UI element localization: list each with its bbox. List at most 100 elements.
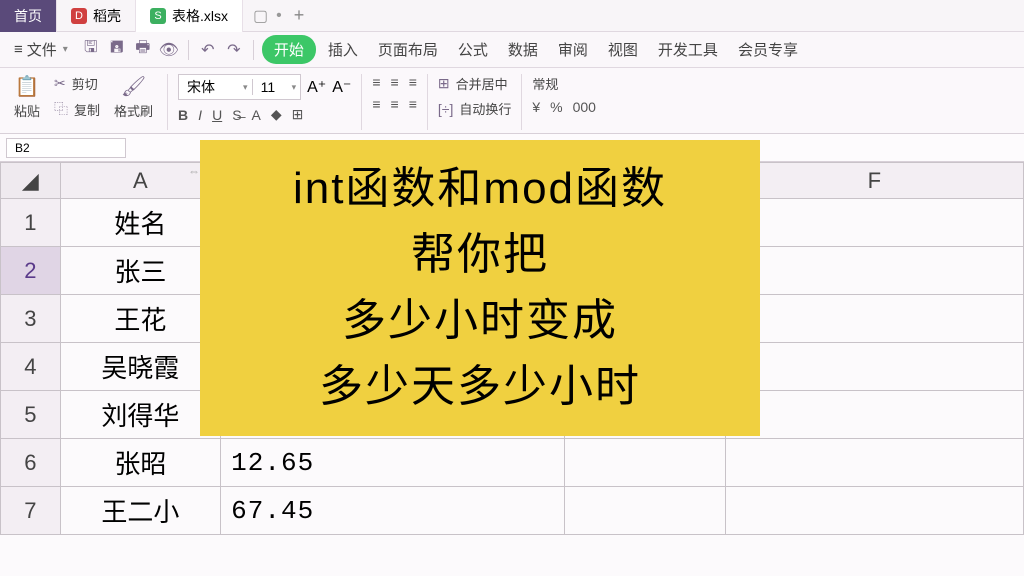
cell[interactable]: 姓名: [60, 199, 221, 247]
increase-font-icon[interactable]: A⁺: [307, 77, 326, 97]
tab-home[interactable]: 首页: [0, 0, 57, 32]
percent-button[interactable]: %: [550, 99, 562, 115]
cell-reference-input[interactable]: B2: [6, 138, 126, 158]
overlay-line: 多少天多少小时: [319, 354, 641, 420]
row-header[interactable]: 5: [1, 391, 61, 439]
save-icon[interactable]: 🖫: [80, 39, 102, 61]
row-header[interactable]: 2: [1, 247, 61, 295]
fill-color-button[interactable]: ◆: [271, 106, 282, 123]
brush-icon: 🖌: [121, 74, 146, 99]
copy-button[interactable]: ⿻复制: [50, 97, 104, 121]
cell[interactable]: [725, 295, 1023, 343]
tab-view[interactable]: 视图: [600, 35, 646, 64]
tab-member[interactable]: 会员专享: [730, 35, 806, 64]
tab-page-layout[interactable]: 页面布局: [370, 35, 446, 64]
cell[interactable]: 王二小: [60, 487, 221, 535]
tab-label: 表格.xlsx: [172, 6, 228, 26]
tab-window-controls: ▢ •: [243, 6, 282, 26]
row-header[interactable]: 3: [1, 295, 61, 343]
separator: [521, 74, 522, 130]
row-header[interactable]: 4: [1, 343, 61, 391]
ribbon-tabs: ≡文件▾ 🖫 🖪 🖶 👁 ↶ ↷ 开始 插入 页面布局 公式 数据 审阅 视图 …: [0, 32, 1024, 68]
column-header-F[interactable]: F: [725, 163, 1023, 199]
window-minimize-icon[interactable]: ▢: [253, 6, 268, 26]
font-size-select[interactable]: 11: [252, 79, 288, 95]
chevron-down-icon: ▾: [239, 82, 252, 93]
bold-button[interactable]: B: [178, 107, 188, 123]
hamburger-icon[interactable]: ≡文件▾: [6, 35, 76, 64]
strikethrough-button[interactable]: S̶: [232, 107, 241, 123]
italic-button[interactable]: I: [198, 107, 202, 123]
undo-icon[interactable]: ↶: [197, 39, 219, 61]
row-header[interactable]: 1: [1, 199, 61, 247]
overlay-line: int函数和mod函数: [293, 156, 667, 222]
align-top-icon[interactable]: ≡: [372, 74, 380, 90]
overlay-line: 多少小时变成: [342, 288, 618, 354]
format-painter-button[interactable]: 🖌 格式刷: [106, 72, 161, 122]
cut-button[interactable]: ✂剪切: [50, 72, 104, 95]
select-all-corner[interactable]: ◢: [1, 163, 61, 199]
tab-data[interactable]: 数据: [500, 35, 546, 64]
cell[interactable]: [725, 199, 1023, 247]
align-right-icon[interactable]: ≡: [409, 96, 417, 112]
app-tabbar: 首页 D 稻壳 S 表格.xlsx ▢ • +: [0, 0, 1024, 32]
save-as-icon[interactable]: 🖪: [106, 39, 128, 61]
cell[interactable]: 12.65: [221, 439, 565, 487]
wrap-icon: [÷]: [438, 101, 453, 117]
new-tab-button[interactable]: +: [282, 5, 317, 26]
separator: [188, 40, 189, 60]
merge-center-button[interactable]: ⊞合并居中: [434, 72, 515, 95]
decrease-font-icon[interactable]: A⁻: [332, 77, 351, 97]
borders-button[interactable]: ⊞: [292, 106, 304, 123]
tab-dev[interactable]: 开发工具: [650, 35, 726, 64]
scissors-icon: ✂: [54, 75, 66, 92]
daoke-icon: D: [71, 8, 87, 24]
cell[interactable]: 67.45: [221, 487, 565, 535]
cell[interactable]: 刘得华: [60, 391, 221, 439]
chevron-down-icon: ▾: [288, 82, 301, 93]
column-resize-icon[interactable]: ⇔: [188, 164, 200, 178]
cell[interactable]: [725, 343, 1023, 391]
wrap-text-button[interactable]: [÷]自动换行: [434, 97, 515, 120]
cell[interactable]: 张三: [60, 247, 221, 295]
tutorial-overlay: int函数和mod函数 帮你把 多少小时变成 多少天多少小时: [200, 140, 760, 436]
print-icon[interactable]: 🖶: [132, 39, 154, 61]
cell[interactable]: 吴晓霞: [60, 343, 221, 391]
redo-icon[interactable]: ↷: [223, 39, 245, 61]
cell[interactable]: [725, 391, 1023, 439]
cell[interactable]: [565, 487, 726, 535]
tab-formula[interactable]: 公式: [450, 35, 496, 64]
cell[interactable]: [565, 439, 726, 487]
cell[interactable]: 张昭: [60, 439, 221, 487]
font-color-button[interactable]: A: [252, 107, 261, 123]
currency-button[interactable]: ¥: [532, 99, 540, 115]
cell[interactable]: 王花: [60, 295, 221, 343]
tab-start[interactable]: 开始: [262, 35, 316, 64]
comma-button[interactable]: 000: [573, 99, 596, 115]
align-left-icon[interactable]: ≡: [372, 96, 380, 112]
align-middle-icon[interactable]: ≡: [391, 74, 399, 90]
cell[interactable]: [725, 247, 1023, 295]
tab-insert[interactable]: 插入: [320, 35, 366, 64]
tab-file[interactable]: S 表格.xlsx: [136, 0, 243, 32]
separator: [253, 40, 254, 60]
tab-daoke[interactable]: D 稻壳: [57, 0, 136, 32]
ribbon-toolbar: 📋 粘贴 ✂剪切 ⿻复制 🖌 格式刷 宋体▾ 11▾ A⁺ A⁻ B I U S…: [0, 68, 1024, 134]
overlay-line: 帮你把: [411, 222, 549, 288]
font-name-select[interactable]: 宋体▾ 11▾: [178, 74, 301, 100]
align-bottom-icon[interactable]: ≡: [409, 74, 417, 90]
separator: [361, 74, 362, 130]
align-center-icon[interactable]: ≡: [391, 96, 399, 112]
tab-review[interactable]: 审阅: [550, 35, 596, 64]
tab-label: 稻壳: [93, 6, 121, 26]
merge-icon: ⊞: [438, 75, 450, 92]
row-header[interactable]: 7: [1, 487, 61, 535]
cell[interactable]: [725, 439, 1023, 487]
cell[interactable]: [725, 487, 1023, 535]
separator: [167, 74, 168, 130]
number-format-select[interactable]: 常规: [532, 74, 558, 93]
row-header[interactable]: 6: [1, 439, 61, 487]
preview-icon[interactable]: 👁: [158, 39, 180, 61]
paste-button[interactable]: 📋 粘贴: [6, 72, 48, 122]
underline-button[interactable]: U: [212, 107, 222, 123]
